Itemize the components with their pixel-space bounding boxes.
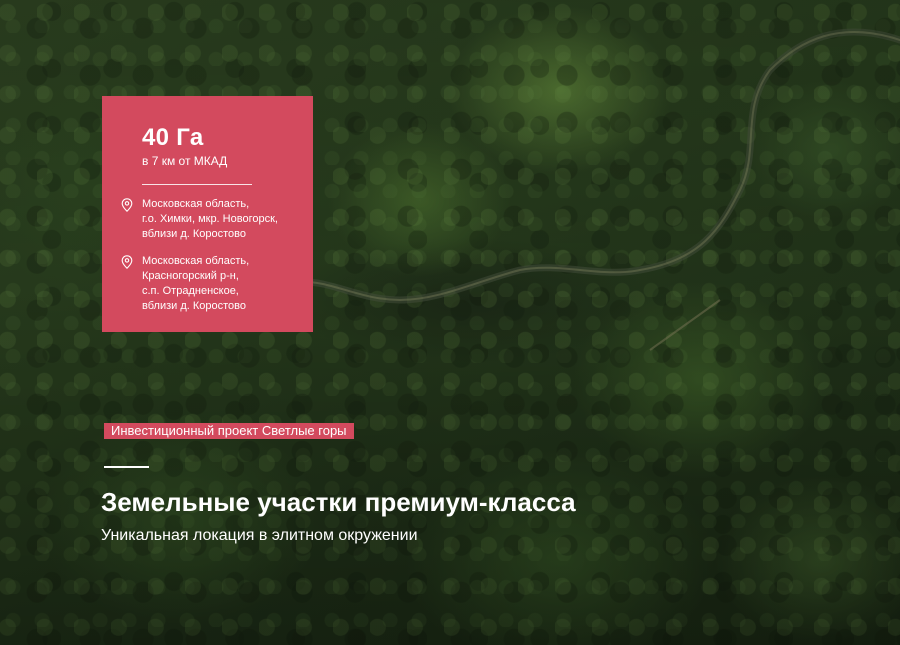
subtitle: Уникальная локация в элитном окружении (101, 527, 418, 544)
location-1-line-3: вблизи д. Коростово (142, 228, 246, 240)
card-divider (142, 184, 252, 185)
title-divider (104, 466, 149, 468)
main-title: Земельные участки премиум-класса (101, 487, 576, 517)
area-value: 40 Га (142, 124, 204, 151)
location-2-line-3: с.п. Отрадненское, (142, 285, 239, 297)
location-2: Московская область, Красногорский р-н, с… (121, 254, 293, 314)
project-badge: Инвестиционный проект Светлые горы (104, 423, 354, 439)
location-2-line-2: Красногорский р-н, (142, 270, 239, 282)
info-card: 40 Га в 7 км от МКАД Московская область,… (102, 96, 313, 332)
location-1: Московская область, г.о. Химки, мкр. Нов… (121, 197, 293, 242)
location-2-line-4: вблизи д. Коростово (142, 300, 246, 312)
location-1-line-1: Московская область, (142, 198, 250, 210)
location-2-line-1: Московская область, (142, 255, 250, 267)
hero-section: 40 Га в 7 км от МКАД Московская область,… (0, 0, 900, 645)
location-pin-icon (121, 198, 133, 212)
location-pin-icon (121, 255, 133, 269)
location-1-line-2: г.о. Химки, мкр. Новогорск, (142, 213, 278, 225)
distance-text: в 7 км от МКАД (142, 154, 228, 168)
